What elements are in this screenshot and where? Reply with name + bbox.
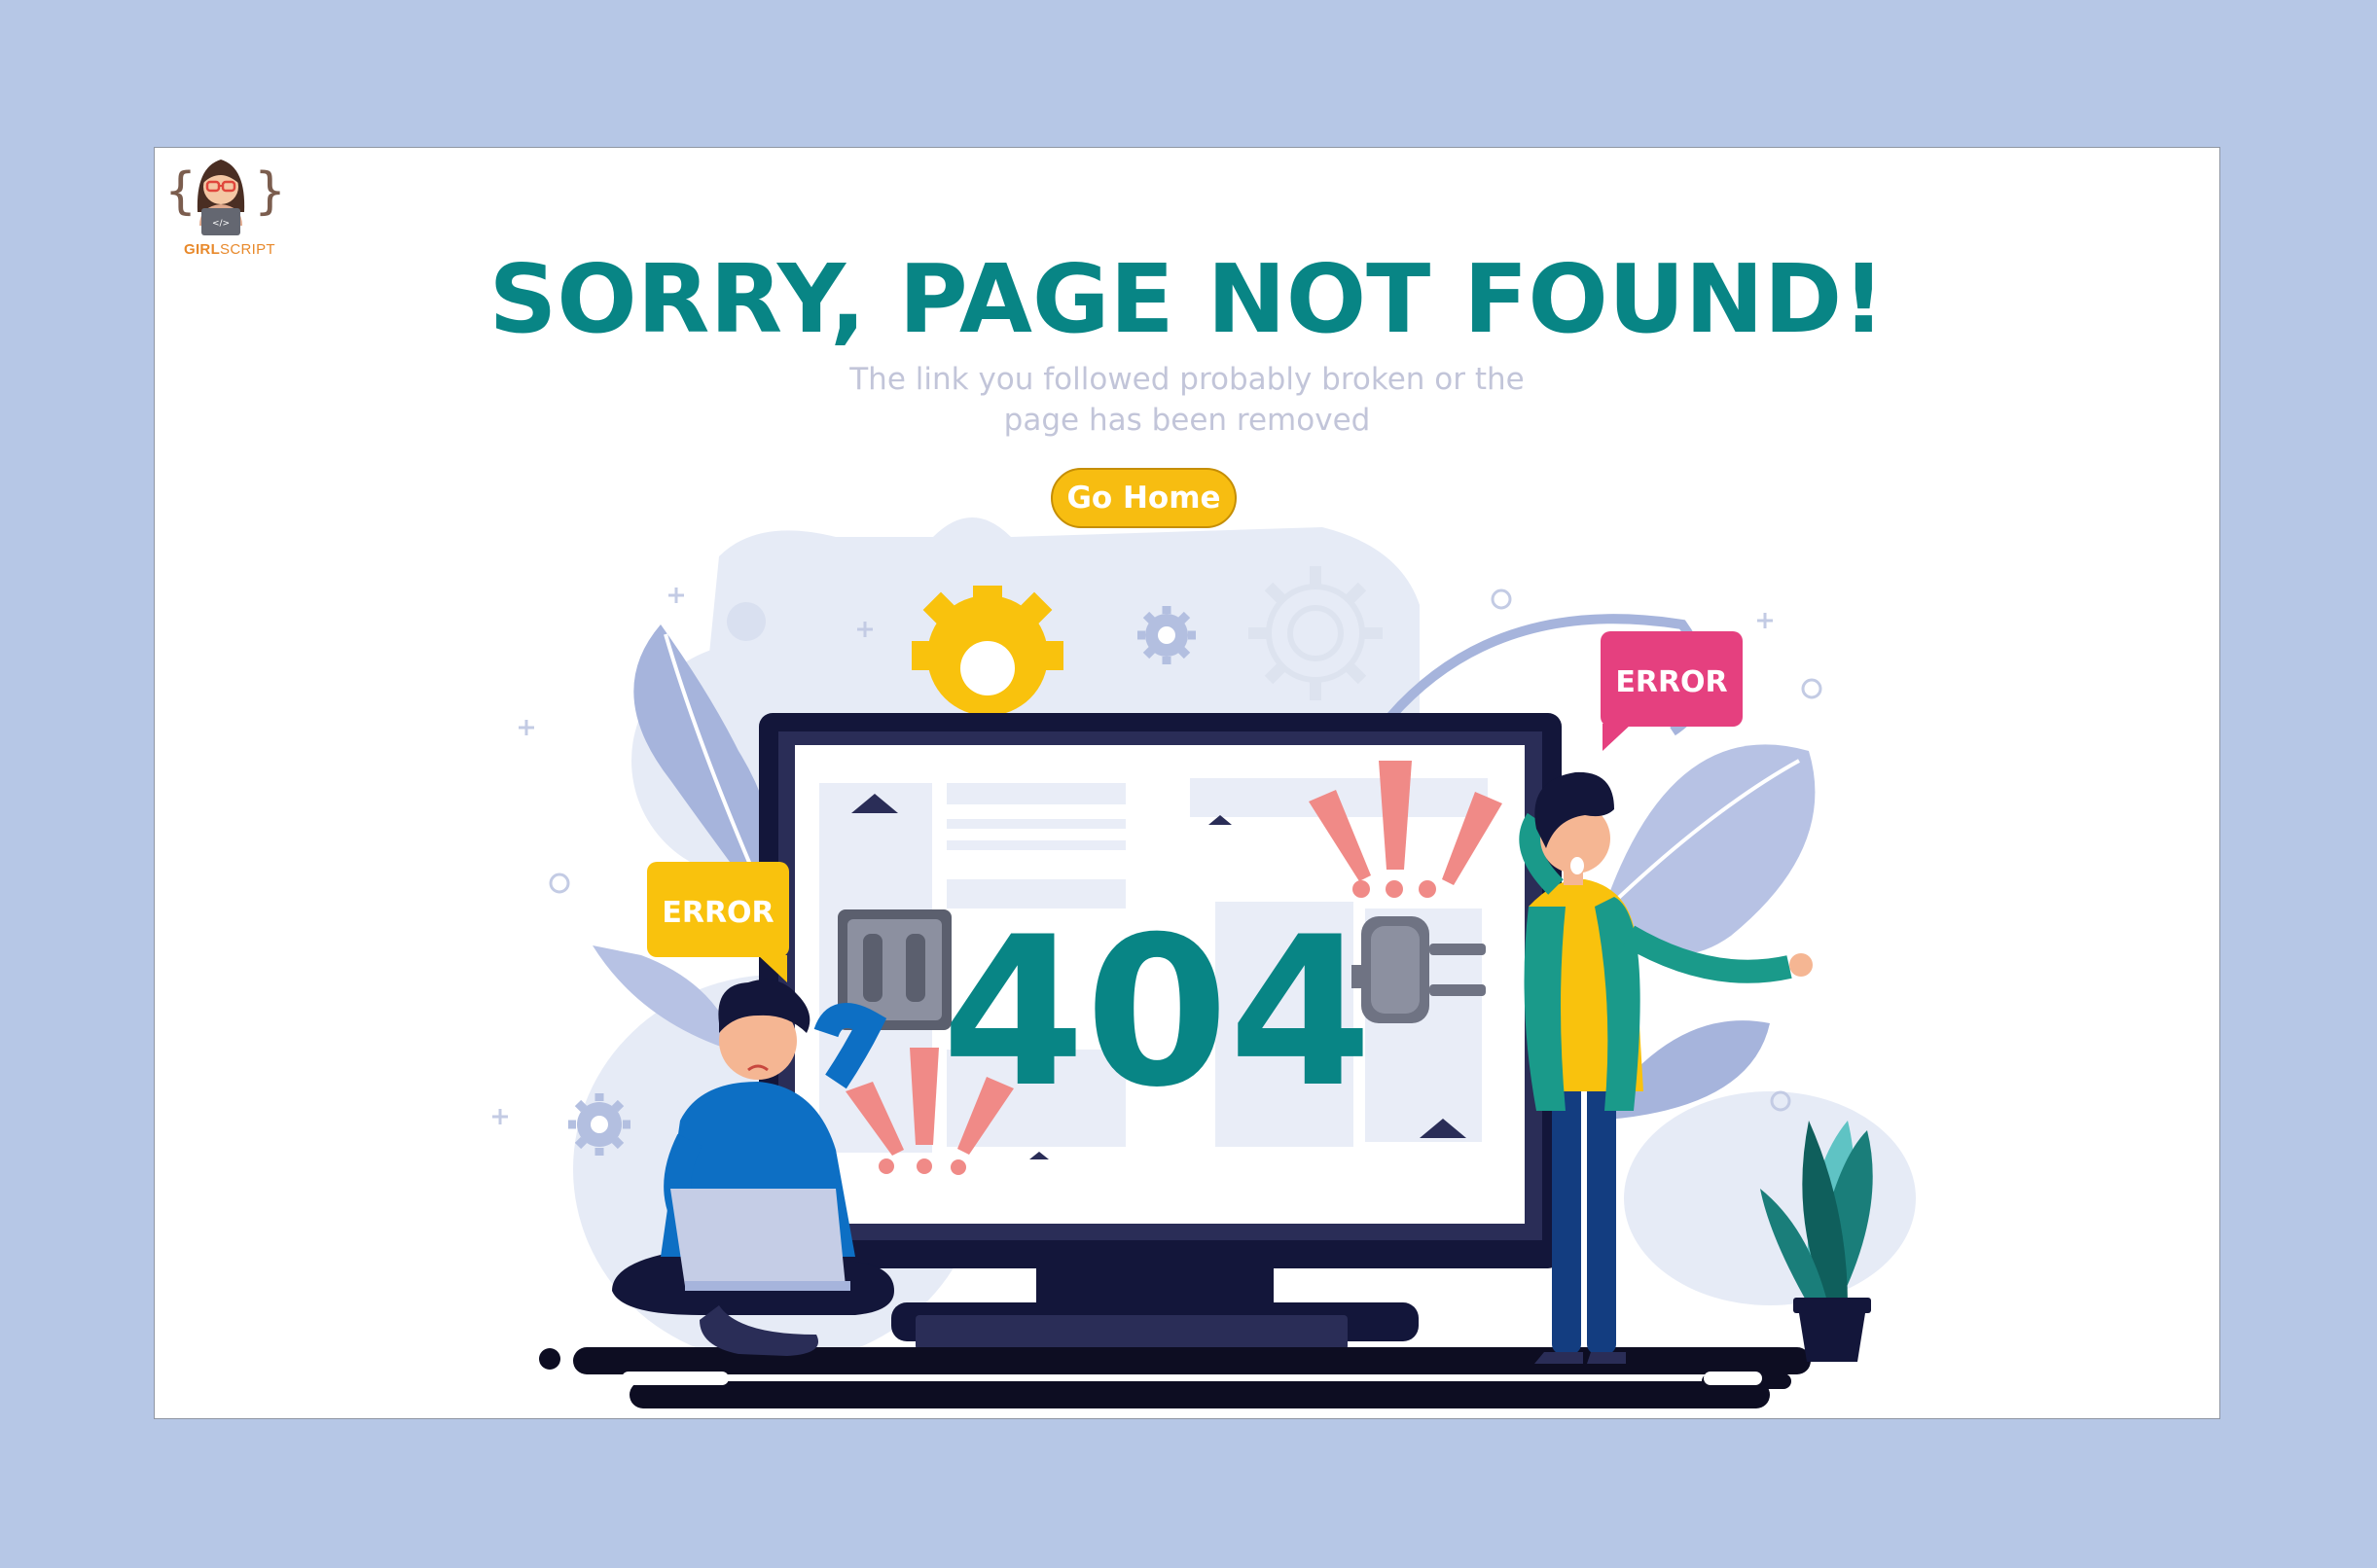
bubble-dot — [727, 602, 766, 641]
small-gear-icon — [1137, 606, 1196, 664]
background-blob — [700, 517, 1420, 751]
plant — [1760, 1121, 1873, 1362]
gear-bottom-left-icon — [568, 1093, 630, 1156]
background-circle — [631, 644, 865, 877]
404-code: 404 — [942, 892, 1373, 1132]
error-bubble-left: ERROR — [647, 862, 789, 982]
error-page-card: { } </> GIRLSCRIPT SORRY, PAGE NOT FOUND… — [154, 147, 2220, 1419]
error-label-left: ERROR — [662, 896, 774, 930]
exclamation-left-icon — [846, 1048, 1014, 1175]
gear-icon — [912, 586, 1063, 716]
subtitle-line-2: page has been removed — [1003, 402, 1371, 438]
sitting-person — [612, 979, 894, 1356]
svg-text:{: { — [164, 162, 197, 221]
go-home-button[interactable]: Go Home — [1051, 468, 1237, 528]
logo-code-glyph: </> — [212, 219, 230, 229]
background-circle-right — [1624, 1091, 1916, 1305]
svg-text:}: } — [254, 162, 281, 221]
page-title: SORRY, PAGE NOT FOUND! — [488, 244, 1886, 354]
background-circle-bottom — [573, 975, 982, 1364]
standing-person — [1519, 771, 1813, 1364]
subtitle-line-1: The link you followed probably broken or… — [849, 362, 1525, 397]
error-bubble-right: ERROR — [1601, 631, 1743, 751]
error-label-right: ERROR — [1615, 665, 1727, 699]
monitor: 404 — [759, 713, 1562, 1350]
page-subtitle: The link you followed probably broken or… — [846, 360, 1528, 442]
gear-outline-icon — [1248, 566, 1383, 700]
leaf-left — [593, 624, 779, 1052]
ground — [539, 1347, 1811, 1408]
sparkles — [492, 588, 1822, 1124]
exclamation-right-icon — [1309, 761, 1502, 898]
leaf-right — [1387, 614, 1816, 1121]
